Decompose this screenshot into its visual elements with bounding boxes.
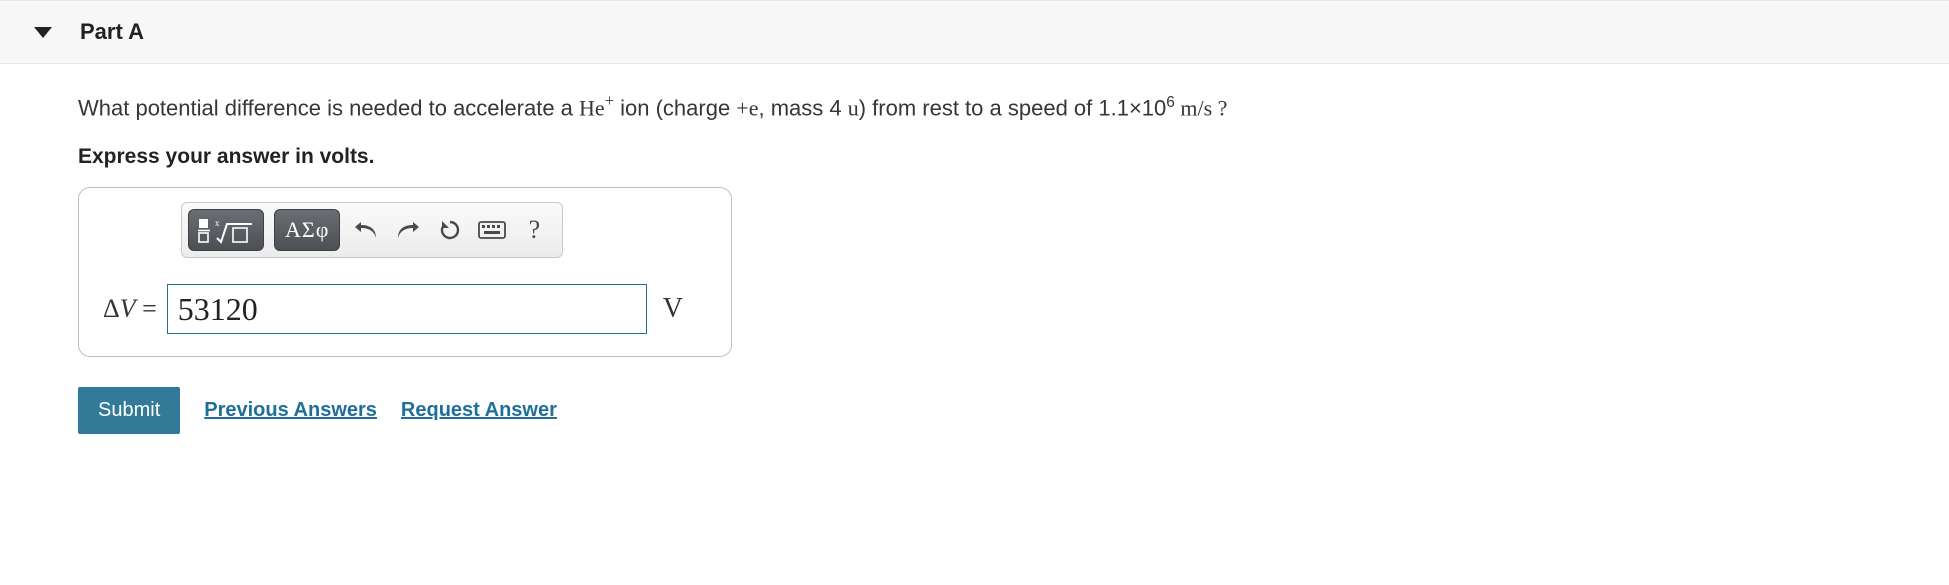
equation-toolbar: x ΑΣφ ? — [181, 202, 563, 258]
keyboard-icon[interactable] — [476, 214, 508, 246]
undo-icon[interactable] — [350, 214, 382, 246]
instruction-text: Express your answer in volts. — [78, 145, 1949, 169]
reset-icon[interactable] — [434, 214, 466, 246]
greek-button[interactable]: ΑΣφ — [274, 209, 340, 251]
q-tail: m/s ? — [1175, 95, 1228, 120]
q-mid2: , mass 4 — [758, 95, 847, 120]
submit-button[interactable]: Submit — [78, 387, 180, 434]
unit-label: V — [657, 293, 683, 325]
q-charge: +e — [736, 95, 758, 120]
part-title: Part A — [80, 19, 144, 45]
question-text: What potential difference is needed to a… — [78, 94, 1949, 121]
q-ion: He — [579, 95, 605, 120]
help-icon[interactable]: ? — [518, 214, 550, 246]
request-answer-link[interactable]: Request Answer — [401, 399, 557, 422]
delta-v-label: ΔV = — [97, 294, 157, 324]
previous-answers-link[interactable]: Previous Answers — [204, 399, 377, 422]
redo-icon[interactable] — [392, 214, 424, 246]
answer-row: ΔV = V — [97, 284, 713, 334]
answer-box: x ΑΣφ ? ΔV = V — [78, 187, 732, 357]
q-mid1: ion (charge — [614, 95, 736, 120]
q-mass-unit: u — [848, 95, 859, 120]
actions-row: Submit Previous Answers Request Answer — [78, 387, 1949, 434]
content: What potential difference is needed to a… — [0, 64, 1949, 434]
q-mid3: ) from rest to a speed of 1.1×10 — [859, 95, 1167, 120]
caret-down-icon — [34, 27, 52, 38]
templates-button[interactable]: x — [188, 209, 264, 251]
part-header[interactable]: Part A — [0, 0, 1949, 64]
answer-input[interactable] — [167, 284, 647, 334]
svg-text:x: x — [215, 218, 220, 228]
q-exp: 6 — [1166, 94, 1175, 111]
fraction-root-icon: x — [197, 216, 255, 244]
q-ion-sup: + — [605, 91, 614, 110]
q-pre: What potential difference is needed to a… — [78, 95, 579, 120]
